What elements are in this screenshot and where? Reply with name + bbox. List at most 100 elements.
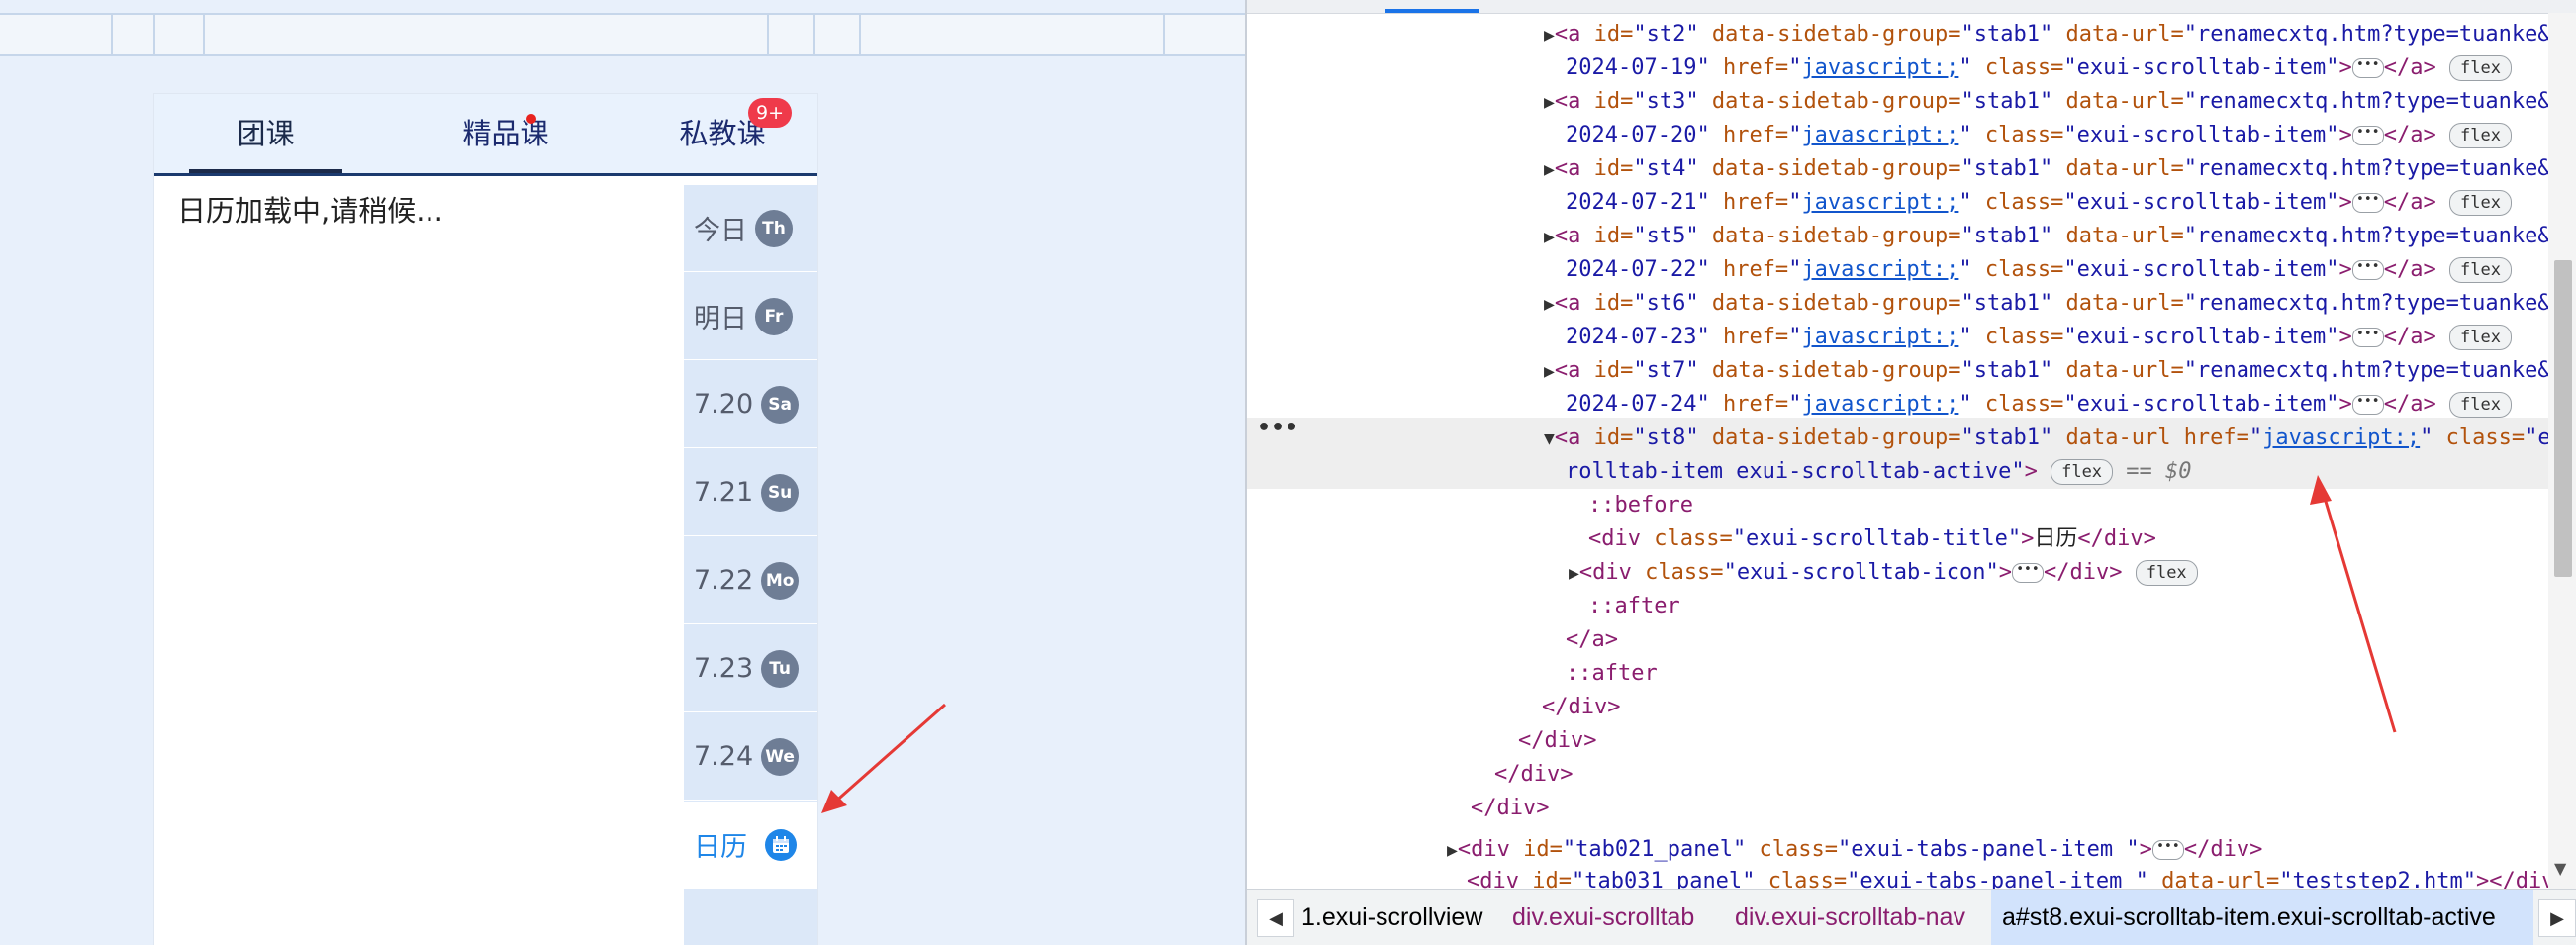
- scroll-thumb[interactable]: [2554, 260, 2572, 577]
- weekday-badge: Mo: [761, 561, 800, 600]
- ruler-divider: [859, 15, 861, 54]
- dom-node-row[interactable]: <div class="exui-scrolltab-title">日历</di…: [1588, 522, 2156, 556]
- dom-node-row-cont: 2024-07-23" href="javascript:;" class="e…: [1566, 321, 2512, 354]
- tab-group-class[interactable]: 团课: [189, 94, 342, 173]
- annotation-arrow: [2310, 475, 2397, 733]
- side-tab-label: 7.22: [694, 565, 754, 596]
- flex-badge[interactable]: flex: [2051, 459, 2114, 485]
- collapsed-content-icon[interactable]: •••: [2011, 563, 2044, 583]
- side-tab-tomorrow[interactable]: 明日 Fr: [684, 273, 817, 360]
- pseudo-after[interactable]: ::after: [1588, 590, 1680, 623]
- devtools-topbar: [1247, 0, 2576, 14]
- weekday-badge: Sa: [761, 385, 800, 424]
- vertical-scrollbar[interactable]: ▼: [2548, 13, 2576, 889]
- dom-node-row-cont: 2024-07-21" href="javascript:;" class="e…: [1566, 186, 2512, 220]
- ruler-divider: [813, 15, 815, 54]
- dom-node-row[interactable]: ▶<div id="tab021_panel" class="exui-tabs…: [1447, 833, 2262, 867]
- dom-node-row[interactable]: ▶<a id="st5" data-sidetab-group="stab1" …: [1544, 220, 2576, 253]
- flex-badge[interactable]: flex: [2449, 392, 2512, 418]
- side-tab-7-21[interactable]: 7.21 Su: [684, 449, 817, 536]
- ruler-bar: [0, 13, 1245, 56]
- node-actions-icon[interactable]: •••: [1257, 416, 1298, 440]
- side-tab-7-24[interactable]: 7.24 We: [684, 713, 817, 801]
- collapsed-content-icon[interactable]: •••: [2351, 328, 2384, 347]
- side-tab-label: 明日: [694, 304, 747, 334]
- breadcrumb-item[interactable]: 1.exui-scrollview: [1301, 890, 1482, 945]
- date-side-tabs: 今日 Th 明日 Fr 7.20 Sa 7.21 Su 7.22 Mo 7.23…: [684, 185, 817, 945]
- dom-node-row[interactable]: ▶<a id="st6" data-sidetab-group="stab1" …: [1544, 287, 2576, 321]
- dom-node-row-cont: rolltab-item exui-scrolltab-active"> fle…: [1566, 459, 2192, 485]
- collapsed-content-icon[interactable]: •••: [2351, 260, 2384, 280]
- closing-tag: </div>: [1542, 695, 1621, 719]
- dom-node-row[interactable]: ▶<a id="st3" data-sidetab-group="stab1" …: [1544, 85, 2576, 119]
- dom-node-row-cont: 2024-07-24" href="javascript:;" class="e…: [1566, 388, 2512, 422]
- weekday-badge: We: [761, 737, 800, 776]
- flex-badge[interactable]: flex: [2449, 325, 2512, 350]
- breadcrumb-item[interactable]: div.exui-scrolltab-nav: [1735, 890, 1965, 945]
- expand-triangle-icon[interactable]: ▶: [1544, 294, 1555, 315]
- count-badge: 9+: [748, 98, 792, 128]
- side-tab-label: 7.20: [694, 389, 754, 420]
- side-tab-today[interactable]: 今日 Th: [684, 185, 817, 272]
- flex-badge[interactable]: flex: [2135, 560, 2198, 586]
- pseudo-after[interactable]: ::after: [1566, 657, 1658, 691]
- expand-triangle-icon[interactable]: ▶: [1544, 92, 1555, 113]
- breadcrumb-scroll-left-icon[interactable]: ◀: [1257, 899, 1294, 937]
- collapse-triangle-icon[interactable]: ▼: [1544, 428, 1555, 449]
- ruler-divider: [1163, 15, 1165, 54]
- side-tab-label: 7.21: [694, 477, 754, 508]
- ruler-divider: [767, 15, 769, 54]
- side-tab-calendar[interactable]: 日历: [684, 802, 817, 889]
- side-tab-7-23[interactable]: 7.23 Tu: [684, 625, 817, 712]
- flex-badge[interactable]: flex: [2449, 55, 2512, 81]
- dom-node-row-cont: 2024-07-19" href="javascript:;" class="e…: [1566, 51, 2512, 85]
- expand-triangle-icon[interactable]: ▶: [1544, 227, 1555, 247]
- weekday-badge: Th: [755, 209, 793, 247]
- mobile-page: 团课 精品课 私教课 9+ 日历加载中,请稍候... 今日 Th 明日 Fr 7…: [154, 94, 817, 945]
- collapsed-content-icon[interactable]: •••: [2351, 395, 2384, 415]
- active-panel-indicator: [1385, 9, 1479, 13]
- dom-node-row-cont: 2024-07-22" href="javascript:;" class="e…: [1566, 253, 2512, 287]
- calendar-icon: [765, 828, 797, 861]
- closing-tag: </a>: [1566, 627, 1618, 652]
- dom-node-row[interactable]: ▶<a id="st4" data-sidetab-group="stab1" …: [1544, 152, 2576, 186]
- scroll-down-arrow-icon[interactable]: ▼: [2554, 859, 2566, 878]
- expand-triangle-icon[interactable]: ▶: [1569, 563, 1579, 584]
- closing-tag: </div>: [1471, 796, 1550, 820]
- ruler-divider: [153, 15, 155, 54]
- collapsed-content-icon[interactable]: •••: [2351, 58, 2384, 78]
- dom-node-row-selected[interactable]: ▼<a id="st8" data-sidetab-group="stab1" …: [1544, 422, 2576, 455]
- ruler-divider: [111, 15, 113, 54]
- dom-node-row[interactable]: ▶<a id="st7" data-sidetab-group="stab1" …: [1544, 354, 2576, 388]
- dom-breadcrumb-bar: ◀ 1.exui-scrollview div.exui-scrolltab d…: [1247, 889, 2576, 945]
- expand-triangle-icon[interactable]: ▶: [1544, 159, 1555, 180]
- notification-dot: [526, 114, 536, 124]
- closing-tag: </div>: [1494, 762, 1574, 787]
- flex-badge[interactable]: flex: [2449, 123, 2512, 148]
- expand-triangle-icon[interactable]: ▶: [1447, 840, 1458, 861]
- course-tab-bar: 团课 精品课 私教课 9+: [154, 94, 817, 176]
- flex-badge[interactable]: flex: [2449, 190, 2512, 216]
- side-tab-label: 7.23: [694, 653, 754, 684]
- weekday-badge: Su: [761, 473, 800, 512]
- pseudo-before[interactable]: ::before: [1588, 489, 1693, 522]
- tab-premium-class[interactable]: 精品课: [417, 94, 595, 173]
- expand-triangle-icon[interactable]: ▶: [1544, 361, 1555, 382]
- collapsed-content-icon[interactable]: •••: [2151, 840, 2184, 860]
- breadcrumb-item-active[interactable]: a#st8.exui-scrolltab-item.exui-scrolltab…: [2002, 890, 2496, 945]
- breadcrumb-item[interactable]: div.exui-scrolltab: [1512, 890, 1694, 945]
- side-tab-label: 今日: [694, 216, 747, 246]
- calendar-loading-text: 日历加载中,请稍候...: [177, 194, 443, 228]
- dom-node-row[interactable]: ▶<a id="st2" data-sidetab-group="stab1" …: [1544, 18, 2576, 51]
- side-tab-7-20[interactable]: 7.20 Sa: [684, 361, 817, 448]
- side-tab-label: 日历: [694, 832, 747, 863]
- weekday-badge: Fr: [755, 297, 793, 335]
- side-tab-7-22[interactable]: 7.22 Mo: [684, 537, 817, 624]
- expand-triangle-icon[interactable]: ▶: [1544, 25, 1555, 46]
- dom-node-row[interactable]: ▶<div class="exui-scrolltab-icon"> ••• </d…: [1569, 556, 2198, 590]
- collapsed-content-icon[interactable]: •••: [2351, 193, 2384, 213]
- breadcrumb-scroll-right-icon[interactable]: ▶: [2538, 899, 2576, 937]
- flex-badge[interactable]: flex: [2449, 257, 2512, 283]
- collapsed-content-icon[interactable]: •••: [2351, 126, 2384, 145]
- annotation-arrow: [821, 703, 946, 813]
